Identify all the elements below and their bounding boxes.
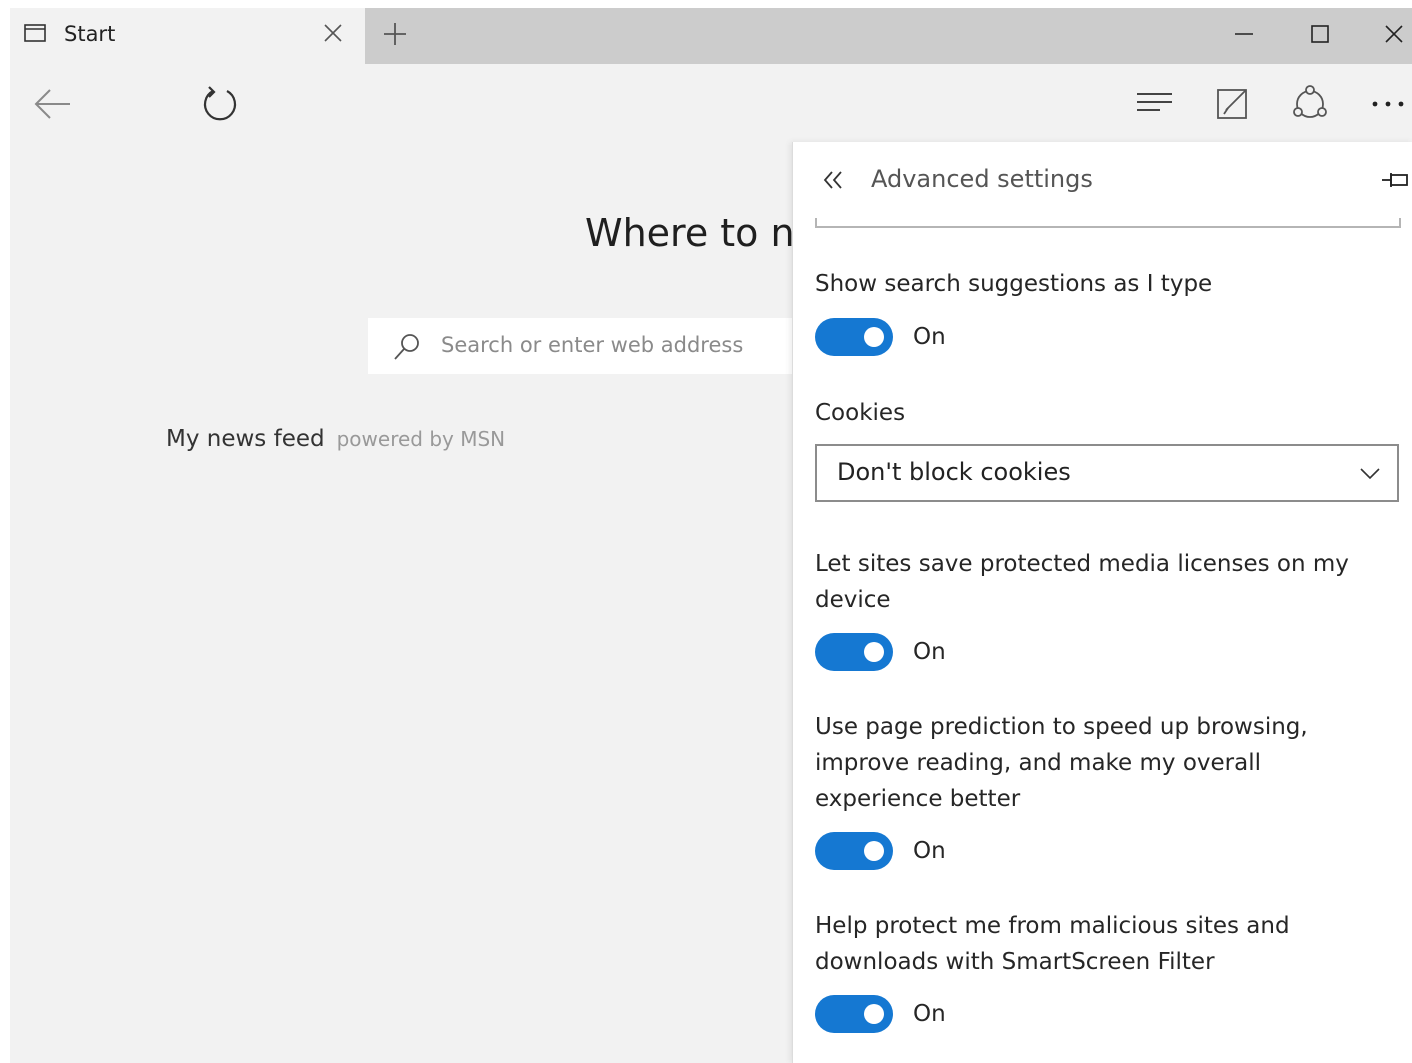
toggle-smartscreen[interactable] [815, 995, 893, 1033]
search-box[interactable]: Search or enter web address [368, 318, 808, 374]
double-chevron-left-icon[interactable] [821, 168, 845, 192]
setting-label-search-suggestions: Show search suggestions as I type [815, 271, 1213, 297]
chevron-down-icon [1360, 468, 1380, 480]
toggle-state-smartscreen: On [913, 1001, 946, 1027]
setting-label-page-prediction: Use page prediction to speed up browsing… [815, 714, 1308, 812]
share-icon[interactable] [1290, 84, 1330, 124]
setting-label-cookies: Cookies [815, 400, 906, 426]
toggle-state-media-licenses: On [913, 639, 946, 665]
panel-header: Advanced settings [793, 142, 1412, 218]
setting-label-media-licenses: Let sites save protected media licenses … [815, 551, 1349, 613]
page-heading: Where to n [585, 211, 795, 255]
back-arrow-icon[interactable] [32, 86, 72, 122]
toggle-media-licenses[interactable] [815, 633, 893, 671]
cookies-select-value: Don't block cookies [837, 458, 1071, 486]
panel-title: Advanced settings [871, 165, 1093, 193]
cookies-select[interactable]: Don't block cookies [815, 444, 1399, 502]
news-feed-powered-by: powered by MSN [336, 427, 506, 451]
toggle-search-suggestions[interactable] [815, 318, 893, 356]
previous-field-edge [815, 218, 1401, 228]
browser-window: Start Where to n Search or enter web add… [10, 8, 1412, 1063]
setting-label-smartscreen: Help protect me from malicious sites and… [815, 913, 1290, 975]
toggle-knob [864, 1004, 884, 1024]
nav-bar [10, 64, 1412, 142]
tab-title: Start [64, 22, 116, 46]
toggle-knob [864, 841, 884, 861]
close-icon[interactable] [322, 22, 344, 44]
toggle-state-page-prediction: On [913, 838, 946, 864]
window-close-icon[interactable] [1382, 22, 1406, 46]
search-placeholder: Search or enter web address [441, 333, 744, 357]
web-note-icon[interactable] [1216, 86, 1250, 120]
plus-icon[interactable] [382, 21, 408, 47]
news-feed-title: My news feed [166, 426, 325, 452]
tab-page-icon [24, 24, 46, 42]
maximize-icon[interactable] [1308, 22, 1332, 46]
refresh-icon[interactable] [200, 84, 240, 124]
toggle-page-prediction[interactable] [815, 832, 893, 870]
pin-icon[interactable] [1381, 170, 1409, 190]
minimize-icon[interactable] [1232, 22, 1256, 46]
search-icon [394, 334, 419, 360]
toggle-state-search-suggestions: On [913, 324, 946, 350]
tab-bar: Start [10, 8, 1412, 64]
news-feed-header[interactable]: My news feed powered by MSN [166, 426, 505, 452]
toggle-knob [864, 327, 884, 347]
hub-icon[interactable] [1136, 90, 1174, 118]
tab-start[interactable]: Start [10, 8, 365, 64]
advanced-settings-panel: Advanced settings Show search suggestion… [792, 142, 1412, 1063]
more-icon[interactable] [1370, 98, 1406, 110]
toggle-knob [864, 642, 884, 662]
